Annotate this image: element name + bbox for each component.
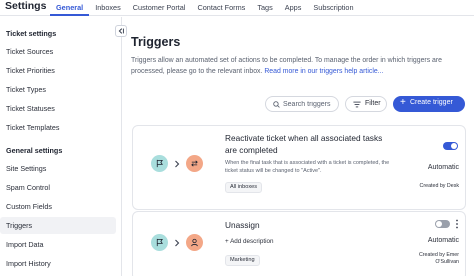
filter-button[interactable]: Filter	[345, 96, 387, 112]
trigger-title: Reactivate ticket when all associated ta…	[225, 133, 383, 155]
collapse-sidebar-button[interactable]	[115, 25, 127, 37]
tab-customer-portal[interactable]: Customer Portal	[127, 0, 192, 16]
trigger-flow	[151, 234, 203, 251]
sidebar-section-ticket-settings: Ticket settings	[6, 29, 57, 38]
sidebar-item-ticket-types[interactable]: Ticket Types	[0, 81, 116, 98]
add-description-link[interactable]: + Add description	[225, 238, 273, 245]
inbox-tag: All inboxes	[225, 182, 263, 193]
sidebar-section-general-settings: General settings	[6, 146, 63, 155]
app-title: Settings	[5, 0, 47, 12]
sidebar-item-custom-fields[interactable]: Custom Fields	[0, 198, 116, 215]
sidebar-item-import-history[interactable]: Import History	[0, 255, 116, 272]
sidebar-item-ticket-statuses[interactable]: Ticket Statuses	[0, 100, 116, 117]
trigger-description: When the final task that is associated w…	[225, 160, 390, 174]
trigger-mode: Automatic	[427, 164, 459, 171]
trigger-title: Unassign	[225, 220, 260, 230]
top-bar: Settings General Inboxes Customer Portal…	[0, 0, 474, 16]
chevron-right-icon	[175, 160, 180, 167]
create-trigger-label: Create trigger	[410, 99, 453, 106]
person-icon	[186, 234, 203, 251]
tab-tags[interactable]: Tags	[251, 0, 278, 16]
search-triggers-input[interactable]	[283, 99, 337, 110]
inbox-tag: Marketing	[225, 255, 260, 266]
sidebar-item-ticket-sources[interactable]: Ticket Sources	[0, 43, 116, 60]
collapse-sidebar-icon	[118, 28, 124, 34]
settings-sidebar: Ticket settings Ticket Sources Ticket Pr…	[0, 17, 122, 276]
tab-inboxes[interactable]: Inboxes	[89, 0, 127, 16]
search-triggers-field[interactable]	[265, 96, 339, 112]
flag-icon	[151, 234, 168, 251]
plus-icon: +	[400, 97, 406, 108]
main-content: Triggers Triggers allow an automated set…	[123, 17, 474, 276]
trigger-flow	[151, 155, 203, 172]
trigger-enabled-toggle[interactable]	[435, 220, 450, 228]
sidebar-item-triggers[interactable]: Triggers	[0, 217, 116, 234]
help-article-link[interactable]: Read more in our triggers help article..…	[264, 68, 383, 75]
trigger-card[interactable]: Unassign + Add description Marketing Aut…	[132, 211, 466, 276]
trigger-creator: Created by Emer O'Sullivan	[418, 252, 459, 265]
flag-icon	[151, 155, 168, 172]
trigger-card[interactable]: Reactivate ticket when all associated ta…	[132, 125, 466, 210]
sidebar-item-ticket-priorities[interactable]: Ticket Priorities	[0, 62, 116, 79]
page-title: Triggers	[131, 35, 181, 49]
search-icon	[273, 101, 280, 108]
sidebar-item-spam-control[interactable]: Spam Control	[0, 179, 116, 196]
filter-label: Filter	[365, 100, 381, 107]
sidebar-item-import-data[interactable]: Import Data	[0, 236, 116, 253]
tab-apps[interactable]: Apps	[279, 0, 308, 16]
filter-icon	[353, 101, 361, 108]
chevron-right-icon	[175, 239, 180, 246]
tab-contact-forms[interactable]: Contact Forms	[191, 0, 251, 16]
more-options-icon[interactable]	[455, 219, 459, 229]
trigger-mode: Automatic	[427, 237, 459, 244]
trigger-enabled-toggle[interactable]	[443, 142, 458, 150]
create-trigger-button[interactable]: + Create trigger	[393, 96, 465, 112]
sidebar-item-site-settings[interactable]: Site Settings	[0, 160, 116, 177]
page-description: Triggers allow an automated set of actio…	[131, 55, 466, 77]
tab-general[interactable]: General	[50, 0, 90, 16]
status-change-icon	[186, 155, 203, 172]
sidebar-item-ticket-templates[interactable]: Ticket Templates	[0, 119, 116, 136]
tab-subscription[interactable]: Subscription	[307, 0, 359, 16]
trigger-creator: Created by Desk	[419, 183, 459, 189]
tab-bar: General Inboxes Customer Portal Contact …	[50, 0, 360, 16]
